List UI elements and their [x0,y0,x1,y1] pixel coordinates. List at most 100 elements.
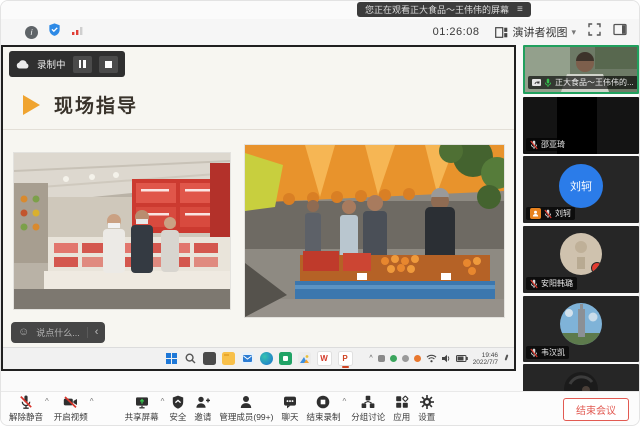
top-strip: 您正在观看正大食品～王伟伟的屏幕 ≡ [1,1,639,19]
unmute-button[interactable]: 解除静音 [9,394,43,423]
toolbar-label: 设置 [418,411,435,423]
stop-record-icon [315,394,331,410]
toolbar-label: 安全 [169,411,186,423]
screen-share-badge-icon [532,79,541,87]
view-mode-switcher[interactable]: 演讲者视图 ▾ [495,24,576,40]
chat-placeholder[interactable]: 说点什么... [36,326,80,339]
search-icon[interactable] [184,352,197,365]
toolbar-label: 结束录制 [306,411,340,423]
participant-tile-2[interactable]: 邵亚琦 [523,97,639,154]
battery-icon[interactable] [456,355,468,362]
side-panel-toggle-icon[interactable] [613,23,627,41]
system-tray[interactable]: ^ 19:46 2022/7/7 [369,348,510,369]
emoji-icon[interactable]: ☺ [18,327,29,338]
tray-icon-2[interactable] [390,355,397,362]
toolbar-label: 邀请 [194,411,211,423]
edge-browser-icon[interactable] [260,352,273,365]
network-signal-icon[interactable] [71,23,85,41]
tray-icon-1[interactable] [378,355,385,362]
mic-muted-icon [530,348,538,358]
title-separator [3,129,514,130]
start-button[interactable] [165,352,178,365]
file-explorer-icon[interactable] [222,352,235,365]
participant-name: 正大食品～王伟伟的... [555,77,634,88]
tray-expand-icon[interactable]: ^ [369,355,372,362]
watching-banner-text: 您正在观看正大食品～王伟伟的屏幕 [365,3,509,16]
word-app-icon[interactable]: W [317,351,332,366]
invite-button[interactable]: 邀请 [194,394,211,423]
manage-members-button[interactable]: 管理成员(99+) [219,394,273,423]
apps-button[interactable]: 应用 [393,394,410,423]
tray-icon-4[interactable] [414,355,421,362]
view-mode-label: 演讲者视图 [512,24,567,40]
toolbar-label: 分组讨论 [351,411,385,423]
security-shield-icon[interactable] [47,22,62,42]
apps-icon [394,394,410,410]
video-options-caret[interactable]: ^ [90,397,94,406]
participant-avatar: 刘轲 [559,164,603,208]
mic-options-caret[interactable]: ^ [45,397,49,406]
left-photo-meat-counter [14,153,230,309]
stop-recording-button[interactable] [99,56,118,73]
stop-icon [105,61,112,68]
participant-tile-3[interactable]: 刘轲 刘轲 [523,156,639,223]
security-button[interactable]: 安全 [169,394,186,423]
photos-icon[interactable] [298,352,311,365]
participant-avatar [560,233,602,275]
participant-tile-speaker[interactable]: 正大食品～王伟伟的... [523,45,639,94]
participant-nametag: 刘轲 [526,207,575,220]
mail-icon[interactable] [241,352,254,365]
participant-tile-6[interactable] [523,364,639,393]
participant-nametag: 邵亚琦 [526,138,569,151]
start-video-button[interactable]: 开启视频 [54,394,88,423]
participant-name: 刘轲 [555,208,571,219]
share-screen-icon [134,394,150,410]
header-right-controls: 01:26:08 演讲者视图 ▾ [433,23,627,41]
title-triangle-icon [23,95,40,115]
pause-recording-button[interactable] [73,56,92,73]
meeting-info-icon[interactable]: i [25,26,38,39]
view-mode-caret-icon: ▾ [571,27,576,38]
green-app-icon[interactable] [279,352,292,365]
toolbar-label: 开启视频 [54,411,88,423]
fullscreen-icon[interactable] [588,23,601,41]
participant-tile-5[interactable]: 韦汉凯 [523,296,639,362]
participant-nametag: 安阳韩璐 [526,277,577,290]
participant-avatar [564,372,598,393]
participant-tile-4[interactable]: 安阳韩璐 [523,226,639,293]
mic-muted-icon [530,140,538,150]
banner-menu-icon[interactable]: ≡ [517,4,523,15]
participant-name: 邵亚琦 [541,139,565,150]
wifi-icon[interactable] [426,354,437,363]
settings-button[interactable]: 设置 [418,394,435,423]
pen-icon[interactable] [503,354,510,363]
members-icon [238,394,254,410]
share-screen-button[interactable]: 共享屏幕 [125,394,159,423]
volume-icon[interactable] [442,354,451,363]
end-meeting-button[interactable]: 结束会议 [563,398,629,421]
chat-divider [87,327,88,338]
taskbar-clock[interactable]: 19:46 2022/7/7 [473,352,498,366]
participant-nametag: 韦汉凯 [526,346,569,359]
avatar-badge-icon [591,262,602,274]
host-badge-icon [530,208,541,219]
chat-input-pill[interactable]: ☺ 说点什么... ‹ [11,322,105,343]
record-options-caret[interactable]: ^ [343,397,347,406]
powerpoint-app-icon[interactable]: P [338,351,353,366]
share-options-caret[interactable]: ^ [161,397,165,406]
breakout-rooms-button[interactable]: 分组讨论 [351,394,385,423]
chat-icon [282,394,298,410]
chat-collapse-icon[interactable]: ‹ [95,327,99,338]
speaker-nametag: 正大食品～王伟伟的... [528,76,638,89]
tray-icon-3[interactable] [402,355,409,362]
task-view-icon[interactable] [203,352,216,365]
windows-taskbar: W P ^ 19:46 2022/7/7 [3,347,514,369]
watching-banner[interactable]: 您正在观看正大食品～王伟伟的屏幕 ≡ [357,2,531,17]
stop-recording-toolbar-button[interactable]: 结束录制 [306,394,340,423]
participant-name: 安阳韩璐 [541,278,573,289]
recording-bar: 录制中 [9,51,125,77]
chat-button[interactable]: 聊天 [281,394,298,423]
mic-on-icon [544,78,552,88]
taskbar-app-icons: W P [165,348,353,369]
camera-off-icon [62,394,79,410]
